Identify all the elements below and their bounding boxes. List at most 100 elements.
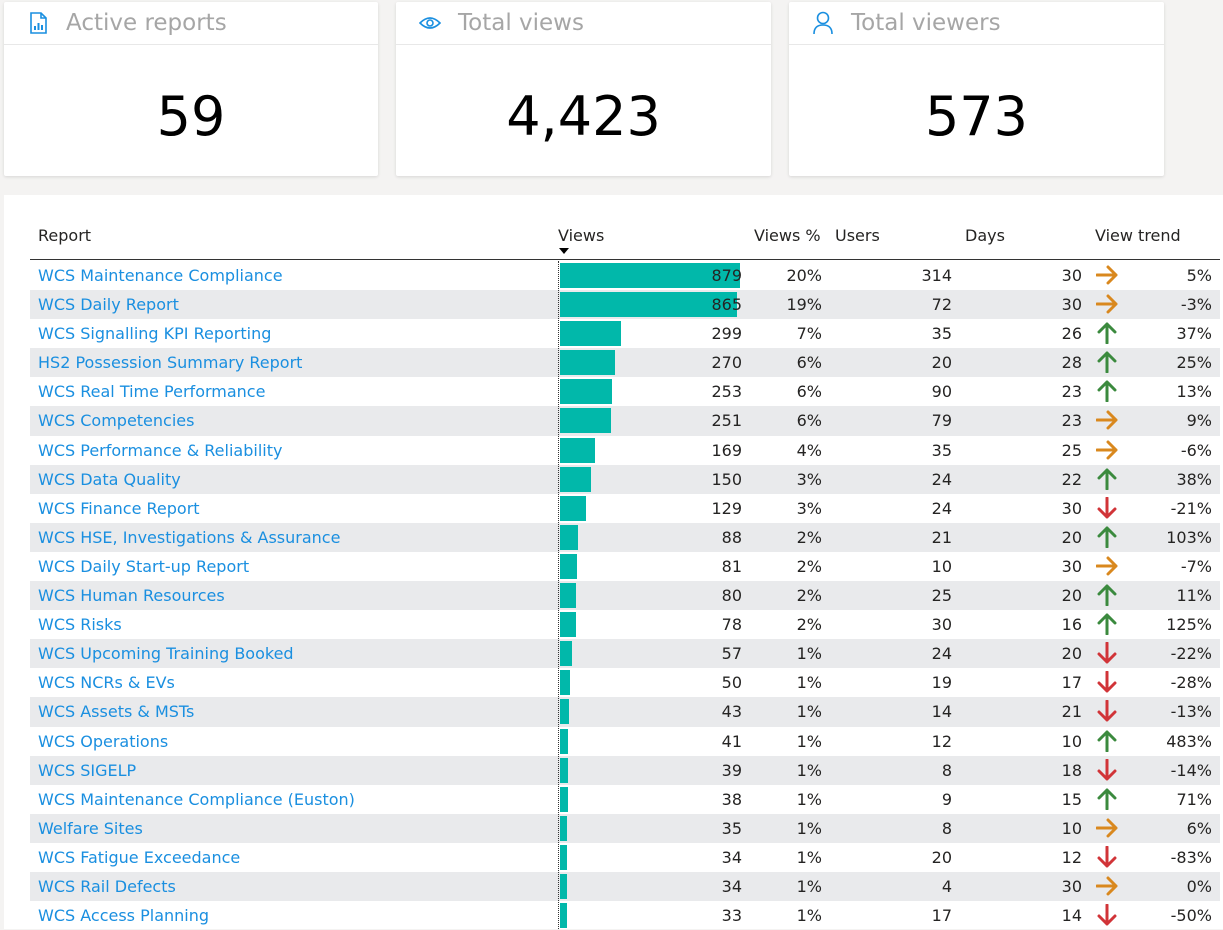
users-value: 17 (931, 906, 952, 926)
users-value: 24 (931, 644, 952, 664)
card-header: Active reports (4, 2, 378, 45)
days-value: 30 (1061, 266, 1082, 285)
days-value: 14 (1061, 906, 1082, 926)
report-link[interactable]: WCS SIGELP (38, 761, 136, 780)
table-row[interactable]: WCS Competencies 251 6% 79 23 9% (30, 406, 1220, 436)
users-value: 35 (931, 324, 952, 344)
report-link[interactable]: WCS Rail Defects (38, 877, 176, 896)
table-row[interactable]: WCS Access Planning 33 1% 17 14 -50% (30, 901, 1220, 930)
table-row[interactable]: WCS Maintenance Compliance 879 20% 314 30 5% (30, 261, 1220, 290)
report-link[interactable]: WCS Upcoming Training Booked (38, 644, 294, 663)
table-row[interactable]: Welfare Sites 35 1% 8 10 6% (30, 813, 1220, 843)
users-value: 21 (931, 527, 952, 547)
report-link[interactable]: HS2 Possession Summary Report (38, 353, 302, 372)
table-row[interactable]: WCS Finance Report 129 3% 24 30 -21% (30, 494, 1220, 523)
table-row[interactable]: WCS Daily Start-up Report 81 2% 10 30 -7% (30, 552, 1220, 581)
card-active-reports: Active reports 59 (4, 2, 378, 176)
report-link[interactable]: WCS HSE, Investigations & Assurance (38, 528, 340, 547)
table-row[interactable]: WCS Rail Defects 34 1% 4 30 0% (30, 871, 1220, 902)
table-row[interactable]: WCS Upcoming Training Booked 57 1% 24 20 -22% (30, 639, 1220, 669)
table-row[interactable]: WCS HSE, Investigations & Assurance 88 2% 2… (30, 522, 1220, 552)
views-value: 33 (721, 906, 742, 926)
days-value: 20 (1061, 527, 1082, 547)
report-link[interactable]: WCS Data Quality (38, 470, 181, 489)
arrow-up-icon (1096, 730, 1118, 752)
days-value: 10 (1061, 731, 1082, 751)
sort-descending-icon (559, 248, 569, 254)
table-row[interactable]: WCS Assets & MSTs 43 1% 14 21 -13% (30, 697, 1220, 727)
users-value: 8 (941, 760, 952, 780)
report-link[interactable]: WCS Performance & Reliability (38, 441, 282, 460)
report-link[interactable]: WCS Signalling KPI Reporting (38, 324, 271, 343)
report-link[interactable]: WCS Daily Start-up Report (38, 557, 249, 576)
days-value: 26 (1061, 324, 1082, 344)
header-report[interactable]: Report (38, 226, 91, 245)
arrow-down-icon (1096, 758, 1118, 781)
header-views-pct[interactable]: Views % (754, 226, 821, 245)
table-row[interactable]: WCS Human Resources 80 2% 25 20 11% (30, 581, 1220, 611)
report-link[interactable]: Welfare Sites (38, 819, 143, 838)
card-title: Active reports (66, 10, 227, 36)
views-bar (560, 612, 576, 638)
card-header: Total views (396, 2, 771, 45)
views-pct-value: 2% (796, 556, 822, 576)
arrow-down-icon (1096, 903, 1118, 926)
header-view-trend[interactable]: View trend (1095, 226, 1181, 245)
days-value: 16 (1061, 615, 1082, 635)
table-row[interactable]: WCS Fatigue Exceedance 34 1% 20 12 -83% (30, 843, 1220, 872)
views-pct-value: 1% (796, 644, 822, 664)
report-link[interactable]: WCS Maintenance Compliance (38, 266, 283, 285)
views-value: 35 (721, 818, 742, 838)
report-link[interactable]: WCS Finance Report (38, 499, 200, 518)
users-value: 30 (931, 615, 952, 635)
trend-value: 37% (1176, 324, 1212, 344)
table-row[interactable]: WCS Data Quality 150 3% 24 22 38% (30, 464, 1220, 494)
header-views[interactable]: Views (558, 226, 604, 245)
table-row[interactable]: WCS Daily Report 865 19% 72 30 -3% (30, 290, 1220, 320)
views-pct-value: 4% (796, 440, 822, 460)
table-row[interactable]: WCS Operations 41 1% 12 10 483% (30, 727, 1220, 756)
report-link[interactable]: WCS Competencies (38, 411, 194, 430)
header-users[interactable]: Users (835, 226, 880, 245)
table-row[interactable]: WCS NCRs & EVs 50 1% 19 17 -28% (30, 668, 1220, 697)
arrow-down-icon (1096, 641, 1118, 664)
report-link[interactable]: WCS NCRs & EVs (38, 673, 175, 692)
table-row[interactable]: WCS SIGELP 39 1% 8 18 -14% (30, 755, 1220, 785)
trend-value: -21% (1170, 498, 1212, 518)
report-link[interactable]: WCS Assets & MSTs (38, 702, 194, 721)
views-pct-value: 1% (796, 876, 822, 896)
table-row[interactable]: WCS Signalling KPI Reporting 299 7% 35 26 37% (30, 319, 1220, 348)
users-value: 20 (931, 353, 952, 373)
table-row[interactable]: WCS Risks 78 2% 30 16 125% (30, 610, 1220, 639)
header-days[interactable]: Days (965, 226, 1005, 245)
trend-value: 13% (1176, 382, 1212, 402)
table-row[interactable]: WCS Performance & Reliability 169 4% 35 25 -6… (30, 436, 1220, 465)
report-link[interactable]: WCS Fatigue Exceedance (38, 848, 240, 867)
days-value: 17 (1061, 673, 1082, 693)
views-bar (560, 815, 567, 841)
days-value: 30 (1061, 876, 1082, 896)
report-link[interactable]: WCS Daily Report (38, 295, 179, 314)
users-value: 314 (921, 266, 952, 285)
report-link[interactable]: WCS Human Resources (38, 586, 225, 605)
days-value: 30 (1061, 498, 1082, 518)
table-row[interactable]: WCS Real Time Performance 253 6% 90 23 13% (30, 377, 1220, 406)
report-link[interactable]: WCS Maintenance Compliance (Euston) (38, 790, 355, 809)
report-link[interactable]: WCS Operations (38, 732, 168, 751)
views-bar (560, 350, 615, 376)
views-pct-value: 3% (796, 498, 822, 518)
table-row[interactable]: WCS Maintenance Compliance (Euston) 38 1% 9… (30, 785, 1220, 814)
views-pct-value: 1% (796, 847, 822, 867)
arrow-right-icon (1095, 293, 1118, 315)
days-value: 30 (1061, 556, 1082, 576)
report-link[interactable]: WCS Real Time Performance (38, 382, 265, 401)
report-link[interactable]: WCS Access Planning (38, 906, 209, 925)
report-link[interactable]: WCS Risks (38, 615, 122, 634)
users-value: 8 (941, 818, 952, 838)
arrow-up-icon (1096, 322, 1118, 345)
views-bar (560, 699, 569, 725)
days-value: 12 (1061, 847, 1082, 867)
views-pct-value: 6% (796, 382, 822, 402)
table-row[interactable]: HS2 Possession Summary Report 270 6% 20 28 25… (30, 348, 1220, 378)
views-bar (560, 844, 567, 870)
